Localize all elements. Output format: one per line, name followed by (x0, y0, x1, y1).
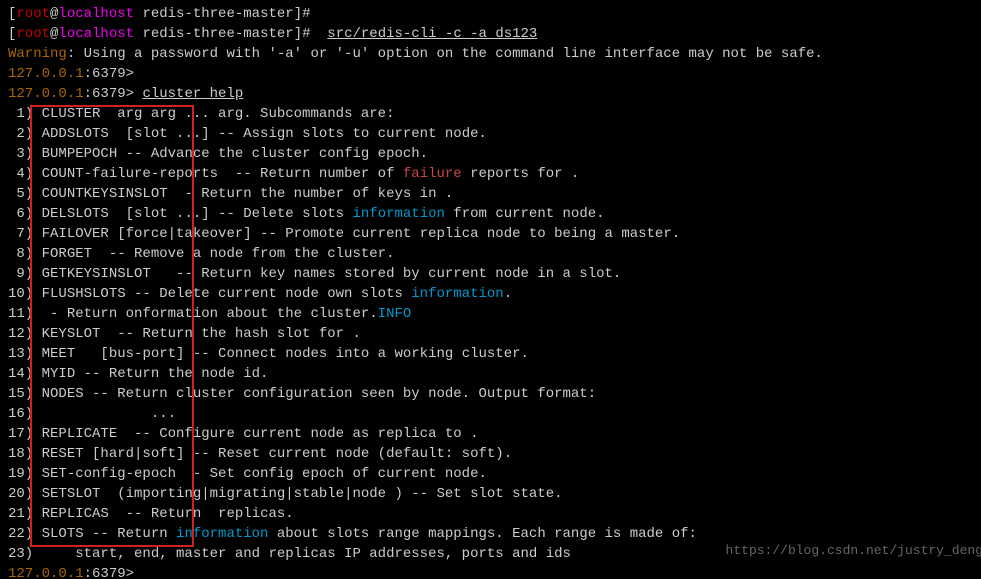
help-line: 3) BUMPEPOCH -- Advance the cluster conf… (8, 144, 981, 164)
cluster-help-cmd: cluster help (142, 86, 243, 102)
help-line: 8) FORGET -- Remove a node from the clus… (8, 244, 981, 264)
cli-prompt-last[interactable]: 127.0.0.1:6379> (8, 564, 981, 579)
cli-prompt-2[interactable]: 127.0.0.1:6379> cluster help (8, 84, 981, 104)
help-line: 7) FAILOVER [force|takeover] -- Promote … (8, 224, 981, 244)
help-line: 13) MEET [bus-port] -- Connect nodes int… (8, 344, 981, 364)
prompt-line-2[interactable]: [root@localhost redis-three-master]# src… (8, 24, 981, 44)
cli-prompt-1[interactable]: 127.0.0.1:6379> (8, 64, 981, 84)
help-line: 17) REPLICATE -- Configure current node … (8, 424, 981, 444)
help-line: 11) - Return onformation about the clust… (8, 304, 981, 324)
help-line: 20) SETSLOT (importing|migrating|stable|… (8, 484, 981, 504)
help-line: 21) REPLICAS -- Return replicas. (8, 504, 981, 524)
help-line: 16) ... (8, 404, 981, 424)
help-line: 2) ADDSLOTS [slot ...] -- Assign slots t… (8, 124, 981, 144)
help-line: 4) COUNT-failure-reports -- Return numbe… (8, 164, 981, 184)
help-line: 5) COUNTKEYSINSLOT - Return the number o… (8, 184, 981, 204)
help-line: 12) KEYSLOT -- Return the hash slot for … (8, 324, 981, 344)
help-line: 10) FLUSHSLOTS -- Delete current node ow… (8, 284, 981, 304)
help-line: 6) DELSLOTS [slot ...] -- Delete slots i… (8, 204, 981, 224)
help-line: 19) SET-config-epoch - Set config epoch … (8, 464, 981, 484)
help-line: 14) MYID -- Return the node id. (8, 364, 981, 384)
help-output: 1) CLUSTER arg arg ... arg. Subcommands … (8, 104, 981, 564)
help-line: 18) RESET [hard|soft] -- Reset current n… (8, 444, 981, 464)
warning-line: Warning: Using a password with '-a' or '… (8, 44, 981, 64)
help-line: 9) GETKEYSINSLOT -- Return key names sto… (8, 264, 981, 284)
command-text: src/redis-cli -c -a ds123 (327, 26, 537, 42)
help-line: 1) CLUSTER arg arg ... arg. Subcommands … (8, 104, 981, 124)
watermark: https://blog.csdn.net/justry_deng (726, 541, 981, 561)
prompt-line-1: [root@localhost redis-three-master]# (8, 4, 981, 24)
help-line: 15) NODES -- Return cluster configuratio… (8, 384, 981, 404)
